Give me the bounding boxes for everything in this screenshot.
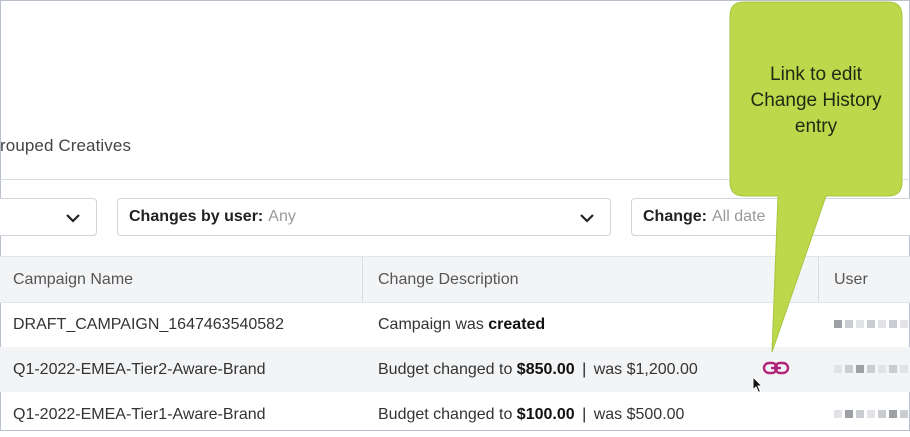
change-description-cell: Budget changed to $100.00 | was $500.00 [378, 392, 684, 437]
column-header-change-description[interactable]: Change Description [378, 257, 519, 302]
user-cell-redacted [834, 318, 910, 330]
column-divider [818, 257, 819, 302]
chevron-down-icon [66, 214, 80, 223]
changes-by-user-value: Any [268, 208, 296, 225]
changes-by-user-select[interactable]: Changes by user: Any [117, 198, 611, 236]
change-description-value: $100.00 [516, 406, 575, 423]
change-date-select[interactable]: Change: All date [631, 198, 910, 236]
mouse-cursor-icon [752, 376, 764, 394]
filter-select-partial[interactable] [0, 198, 97, 236]
change-description-text: Campaign was [378, 316, 484, 333]
change-description-text: Budget changed to [378, 406, 513, 423]
column-header-campaign-name[interactable]: Campaign Name [13, 257, 133, 302]
change-label: Change: [643, 208, 707, 225]
column-divider [362, 257, 363, 302]
chevron-down-icon [580, 214, 594, 223]
tabs-divider [0, 179, 910, 180]
callout-text: Link to edit Change History entry [750, 64, 882, 137]
user-cell-redacted [834, 363, 910, 375]
change-description-value: $850.00 [516, 361, 575, 378]
campaign-name-cell: Q1-2022-EMEA-Tier2-Aware-Brand [13, 361, 266, 378]
change-description-cell: Campaign was created [378, 302, 545, 347]
separator: | [582, 406, 587, 423]
change-value: All date [712, 208, 766, 225]
previous-value-text: was $1,200.00 [593, 361, 698, 378]
link-icon[interactable] [762, 359, 790, 377]
previous-value-text: was $500.00 [593, 406, 685, 423]
change-description-text: Budget changed to [378, 361, 513, 378]
table-row[interactable]: DRAFT_CAMPAIGN_1647463540582 Campaign wa… [0, 302, 910, 347]
column-header-user[interactable]: User [834, 257, 868, 302]
changes-by-user-label: Changes by user: [129, 208, 264, 225]
separator: | [582, 361, 587, 378]
campaign-name-cell: DRAFT_CAMPAIGN_1647463540582 [13, 316, 284, 333]
campaign-name-cell: Q1-2022-EMEA-Tier1-Aware-Brand [13, 406, 266, 423]
change-description-cell: Budget changed to $850.00 | was $1,200.0… [378, 347, 698, 392]
table-row[interactable]: Q1-2022-EMEA-Tier1-Aware-Brand Budget ch… [0, 392, 910, 437]
change-description-value: created [488, 316, 546, 333]
tab-grouped-creatives[interactable]: rouped Creatives [0, 136, 131, 156]
table-header: Campaign Name Change Description User [0, 256, 910, 303]
user-cell-redacted [834, 408, 910, 420]
